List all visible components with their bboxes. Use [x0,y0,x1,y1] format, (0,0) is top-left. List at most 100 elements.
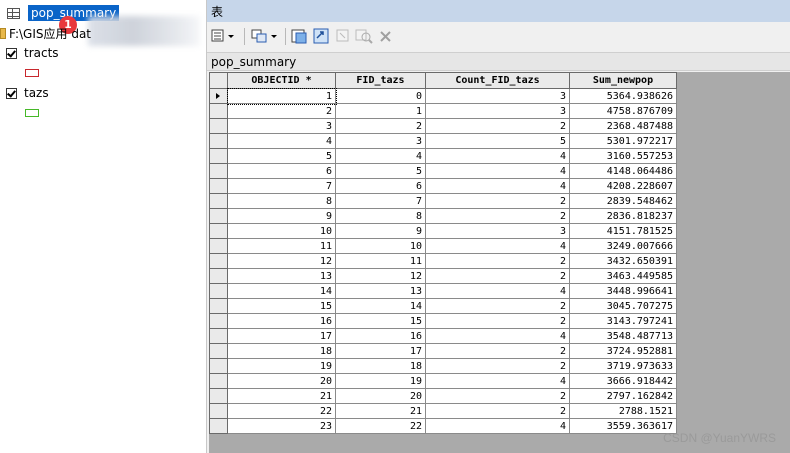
table-row[interactable]: 22 21 2 2788.1521 [209,403,677,419]
cell-count-fid-tazs[interactable]: 3 [425,223,570,239]
row-selector-header[interactable] [209,72,228,89]
table-row[interactable]: 4 3 5 5301.972217 [209,133,677,149]
switch-selection-button[interactable] [313,27,331,45]
cell-sum-newpop[interactable]: 3448.996641 [569,283,677,299]
table-row[interactable]: 23 22 4 3559.363617 [209,418,677,434]
cell-sum-newpop[interactable]: 4208.228607 [569,178,677,194]
cell-fid-tazs[interactable]: 7 [335,193,426,209]
row-selector[interactable] [209,208,228,224]
table-row[interactable]: 8 7 2 2839.548462 [209,193,677,209]
cell-sum-newpop[interactable]: 3463.449585 [569,268,677,284]
cell-sum-newpop[interactable]: 3249.007666 [569,238,677,254]
cell-count-fid-tazs[interactable]: 4 [425,163,570,179]
cell-sum-newpop[interactable]: 2368.487488 [569,118,677,134]
cell-count-fid-tazs[interactable]: 2 [425,313,570,329]
cell-objectid[interactable]: 2 [227,103,336,119]
cell-fid-tazs[interactable]: 20 [335,388,426,404]
cell-fid-tazs[interactable]: 8 [335,208,426,224]
cell-objectid[interactable]: 17 [227,328,336,344]
cell-fid-tazs[interactable]: 12 [335,268,426,284]
zoom-to-selected-button[interactable] [355,27,373,45]
layer-visibility-checkbox[interactable] [6,47,17,59]
cell-sum-newpop[interactable]: 4151.781525 [569,223,677,239]
cell-objectid[interactable]: 23 [227,418,336,434]
clear-selection-button[interactable] [335,27,351,45]
cell-objectid[interactable]: 4 [227,133,336,149]
cell-count-fid-tazs[interactable]: 4 [425,238,570,254]
table-options-button[interactable] [211,27,237,45]
table-tab-header[interactable]: pop_summary [207,52,790,71]
table-row[interactable]: 10 9 3 4151.781525 [209,223,677,239]
row-selector[interactable] [209,223,228,239]
layer-item-tracts[interactable]: tracts [0,44,59,62]
select-by-attributes-button[interactable] [291,27,309,45]
cell-sum-newpop[interactable]: 3432.650391 [569,253,677,269]
cell-objectid[interactable]: 11 [227,238,336,254]
cell-fid-tazs[interactable]: 11 [335,253,426,269]
cell-fid-tazs[interactable]: 9 [335,223,426,239]
cell-fid-tazs[interactable]: 14 [335,298,426,314]
cell-fid-tazs[interactable]: 17 [335,343,426,359]
cell-objectid[interactable]: 19 [227,358,336,374]
cell-objectid[interactable]: 16 [227,313,336,329]
related-tables-button[interactable] [251,27,279,45]
cell-count-fid-tazs[interactable]: 5 [425,133,570,149]
cell-objectid[interactable]: 14 [227,283,336,299]
cell-count-fid-tazs[interactable]: 4 [425,148,570,164]
cell-fid-tazs[interactable]: 3 [335,133,426,149]
table-row[interactable]: 9 8 2 2836.818237 [209,208,677,224]
cell-sum-newpop[interactable]: 3045.707275 [569,298,677,314]
cell-count-fid-tazs[interactable]: 4 [425,283,570,299]
row-selector[interactable] [209,133,228,149]
cell-objectid[interactable]: 15 [227,298,336,314]
cell-objectid[interactable]: 22 [227,403,336,419]
cell-objectid[interactable]: 20 [227,373,336,389]
row-selector[interactable] [209,298,228,314]
cell-count-fid-tazs[interactable]: 2 [425,253,570,269]
cell-sum-newpop[interactable]: 4758.876709 [569,103,677,119]
row-selector[interactable] [209,283,228,299]
cell-count-fid-tazs[interactable]: 3 [425,88,570,104]
table-row[interactable]: 14 13 4 3448.996641 [209,283,677,299]
row-selector[interactable] [209,118,228,134]
cell-fid-tazs[interactable]: 13 [335,283,426,299]
row-selector[interactable] [209,373,228,389]
delete-selected-button[interactable] [379,27,393,45]
cell-count-fid-tazs[interactable]: 3 [425,103,570,119]
cell-sum-newpop[interactable]: 3559.363617 [569,418,677,434]
cell-objectid[interactable]: 18 [227,343,336,359]
cell-sum-newpop[interactable]: 3719.973633 [569,358,677,374]
cell-objectid[interactable]: 1 [226,87,337,105]
table-row[interactable]: 18 17 2 3724.952881 [209,343,677,359]
cell-fid-tazs[interactable]: 5 [335,163,426,179]
column-header-sum-newpop[interactable]: Sum_newpop [569,72,677,89]
table-row[interactable]: 19 18 2 3719.973633 [209,358,677,374]
cell-sum-newpop[interactable]: 2839.548462 [569,193,677,209]
cell-sum-newpop[interactable]: 3724.952881 [569,343,677,359]
cell-fid-tazs[interactable]: 22 [335,418,426,434]
cell-fid-tazs[interactable]: 15 [335,313,426,329]
row-selector[interactable] [209,253,228,269]
cell-fid-tazs[interactable]: 6 [335,178,426,194]
table-row[interactable]: 11 10 4 3249.007666 [209,238,677,254]
cell-count-fid-tazs[interactable]: 4 [425,328,570,344]
cell-count-fid-tazs[interactable]: 4 [425,373,570,389]
cell-objectid[interactable]: 13 [227,268,336,284]
cell-sum-newpop[interactable]: 3666.918442 [569,373,677,389]
row-selector[interactable] [209,238,228,254]
cell-objectid[interactable]: 7 [227,178,336,194]
table-row[interactable]: 16 15 2 3143.797241 [209,313,677,329]
cell-count-fid-tazs[interactable]: 2 [425,298,570,314]
table-row[interactable]: 5 4 4 3160.557253 [209,148,677,164]
layer-symbol-swatch-tracts[interactable] [25,69,39,77]
cell-sum-newpop[interactable]: 2788.1521 [569,403,677,419]
cell-sum-newpop[interactable]: 2836.818237 [569,208,677,224]
cell-count-fid-tazs[interactable]: 2 [425,343,570,359]
table-row[interactable]: 1 0 3 5364.938626 [209,87,677,105]
row-selector[interactable] [209,268,228,284]
table-row[interactable]: 17 16 4 3548.487713 [209,328,677,344]
cell-count-fid-tazs[interactable]: 2 [425,358,570,374]
cell-count-fid-tazs[interactable]: 2 [425,208,570,224]
cell-sum-newpop[interactable]: 2797.162842 [569,388,677,404]
cell-objectid[interactable]: 9 [227,208,336,224]
